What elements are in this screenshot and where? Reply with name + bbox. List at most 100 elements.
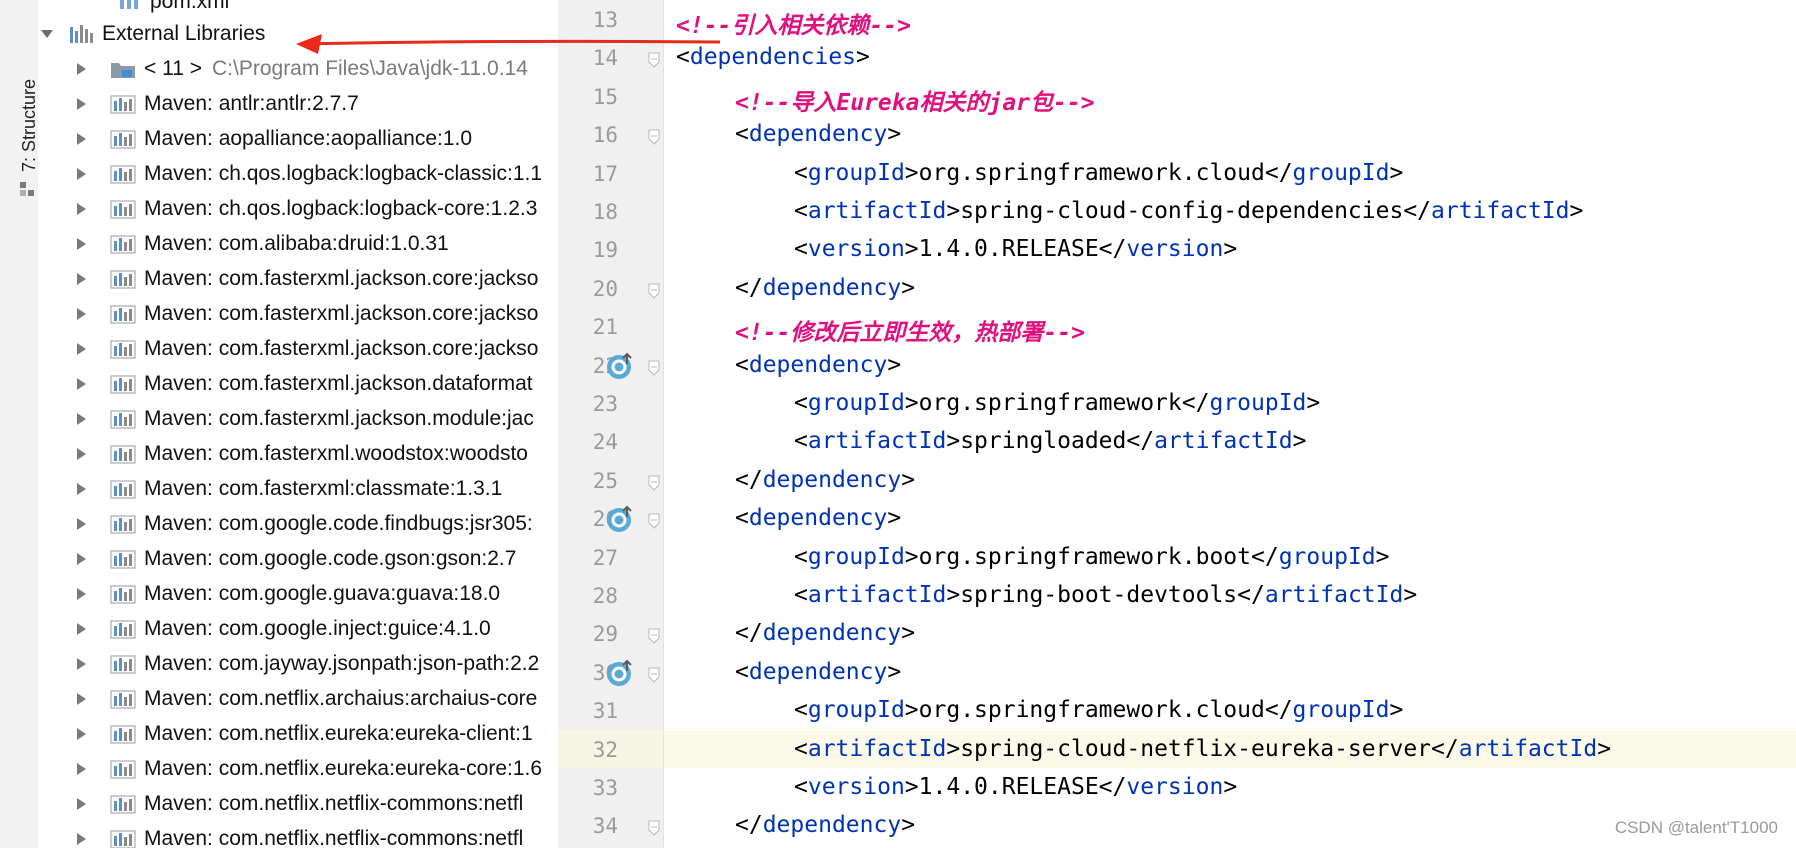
libraries-icon (70, 24, 93, 43)
tree-item[interactable]: Maven: ch.qos.logback:logback-core:1.2.3 (38, 191, 558, 226)
tree-item[interactable]: Maven: com.fasterxml.jackson.core:jackso (38, 296, 558, 331)
code-line: <groupId>org.springframework.cloud</grou… (794, 697, 1403, 723)
code-line: <dependency> (735, 121, 901, 147)
code-line: <groupId>org.springframework</groupId> (794, 390, 1320, 416)
code-line: </dependency> (735, 275, 915, 301)
xml-tag-name: artifactId (807, 428, 947, 455)
fold-marker-icon[interactable] (648, 52, 660, 69)
overrides-marker-icon[interactable] (606, 352, 634, 380)
line-number: 21 (592, 315, 618, 340)
chevron-right-icon[interactable] (74, 342, 88, 356)
tree-item[interactable]: Maven: com.google.code.gson:gson:2.7 (38, 541, 558, 576)
library-icon (110, 620, 136, 638)
chevron-right-icon[interactable] (74, 727, 88, 741)
chevron-right-icon[interactable] (74, 692, 88, 706)
tree-item[interactable]: Maven: com.fasterxml.jackson.core:jackso (38, 331, 558, 366)
chevron-right-icon[interactable] (74, 412, 88, 426)
chevron-right-icon[interactable] (74, 447, 88, 461)
code-line: </dependency> (735, 812, 915, 838)
tree-item-label: Maven: com.netflix.netflix-commons:netfl (144, 791, 524, 815)
fold-marker-icon[interactable] (648, 129, 660, 145)
structure-tool-tab[interactable]: 7: Structure (6, 32, 39, 196)
tree-item[interactable]: Maven: com.netflix.netflix-commons:netfl (38, 821, 558, 848)
chevron-right-icon[interactable] (74, 62, 88, 76)
xml-tag-name: groupId (807, 390, 905, 416)
chevron-right-icon[interactable] (74, 587, 88, 601)
fold-marker-icon[interactable] (648, 360, 660, 376)
tag-bracket: < (735, 351, 749, 378)
xml-tag-name: version (1126, 774, 1224, 800)
tree-item-label: Maven: aopalliance:aopalliance:1.0 (144, 126, 473, 150)
chevron-right-icon[interactable] (74, 377, 88, 391)
tag-bracket: </ (735, 466, 763, 493)
fold-marker-icon[interactable] (648, 628, 660, 645)
chevron-right-icon[interactable] (74, 307, 88, 321)
chevron-down-icon[interactable] (40, 27, 54, 41)
overrides-marker-icon[interactable] (606, 505, 634, 533)
line-number: 16 (592, 123, 618, 148)
xml-tag-name: version (807, 774, 905, 800)
fold-marker-icon[interactable] (648, 283, 660, 299)
chevron-right-icon[interactable] (74, 622, 88, 636)
xml-file-icon (116, 0, 142, 11)
tree-item[interactable]: Maven: com.fasterxml:classmate:1.3.1 (38, 471, 558, 506)
tree-item[interactable]: Maven: com.google.inject:guice:4.1.0 (38, 611, 558, 646)
chevron-right-icon[interactable] (74, 202, 88, 216)
tag-bracket: </ (1237, 582, 1265, 608)
xml-text-value: org.springframework.cloud (918, 159, 1265, 186)
code-line: <dependency> (735, 352, 901, 378)
chevron-right-icon[interactable] (74, 237, 88, 251)
chevron-right-icon[interactable] (74, 517, 88, 531)
tree-item[interactable]: Maven: com.google.guava:guava:18.0 (38, 576, 558, 611)
code-line: <artifactId>spring-cloud-config-dependen… (794, 198, 1583, 224)
chevron-right-icon[interactable] (74, 272, 88, 286)
xml-tag-name: artifactId (807, 582, 947, 608)
line-number: 27 (592, 545, 618, 570)
chevron-right-icon[interactable] (74, 132, 88, 146)
chevron-right-icon[interactable] (74, 482, 88, 496)
chevron-right-icon[interactable] (74, 552, 88, 566)
tag-bracket: > (887, 505, 902, 532)
tree-item[interactable]: Maven: com.netflix.netflix-commons:netfl (38, 786, 558, 821)
tree-item[interactable]: Maven: com.jayway.jsonpath:json-path:2.2 (38, 646, 558, 681)
fold-marker-icon[interactable] (648, 475, 660, 491)
code-editor[interactable]: <!--引入相关依赖--> <dependencies> <!--导入Eureka相… (664, 0, 1796, 848)
fold-marker-icon[interactable] (648, 820, 660, 837)
xml-text-value: spring-boot-devtools (960, 582, 1238, 608)
tag-bracket: < (794, 159, 808, 186)
tag-bracket: </ (1431, 735, 1459, 762)
chevron-right-icon[interactable] (74, 762, 88, 776)
tree-item[interactable]: Maven: com.fasterxml.jackson.dataformat (38, 366, 558, 401)
xml-tag-name: version (1126, 236, 1224, 263)
tree-item[interactable]: Maven: ch.qos.logback:logback-classic:1.… (38, 156, 558, 191)
tree-root-external-libraries[interactable]: External Libraries (38, 16, 558, 51)
fold-marker-icon[interactable] (648, 667, 660, 683)
tree-item-label: Maven: com.jayway.jsonpath:json-path:2.2 (144, 651, 540, 675)
tree-item[interactable]: Maven: com.fasterxml.jackson.module:jac (38, 401, 558, 436)
tree-item[interactable]: Maven: com.netflix.archaius:archaius-cor… (38, 681, 558, 716)
chevron-right-icon[interactable] (74, 97, 88, 111)
tree-item[interactable]: Maven: com.netflix.eureka:eureka-client:… (38, 716, 558, 751)
tree-item[interactable]: Maven: com.alibaba:druid:1.0.31 (38, 226, 558, 261)
xml-tag-name: groupId (1292, 159, 1390, 186)
tree-item[interactable]: Maven: com.google.code.findbugs:jsr305: (38, 506, 558, 541)
overrides-marker-icon[interactable] (606, 659, 634, 687)
tree-item-path: C:\Program Files\Java\jdk-11.0.14 (212, 56, 528, 80)
tree-item[interactable]: Maven: com.netflix.eureka:eureka-core:1.… (38, 751, 558, 786)
chevron-right-icon[interactable] (74, 167, 88, 181)
tree-item[interactable]: Maven: aopalliance:aopalliance:1.0 (38, 121, 558, 156)
tree-item[interactable]: Maven: com.fasterxml.jackson.core:jackso (38, 261, 558, 296)
tag-bracket: </ (1403, 198, 1432, 224)
tree-item[interactable]: Maven: antlr:antlr:2.7.7 (38, 86, 558, 121)
chevron-right-icon[interactable] (74, 657, 88, 671)
tag-bracket: > (1223, 236, 1238, 263)
tree-item-label: Maven: com.fasterxml:classmate:1.3.1 (144, 476, 503, 500)
chevron-right-icon[interactable] (74, 797, 88, 811)
tree-item[interactable]: < 11 > C:\Program Files\Java\jdk-11.0.14 (38, 51, 558, 86)
xml-tag-name: dependency (748, 658, 888, 685)
code-line: <!--修改后立即生效，热部署--> (735, 313, 1085, 347)
fold-marker-icon[interactable] (648, 513, 660, 529)
chevron-right-icon[interactable] (74, 832, 88, 846)
line-number: 24 (592, 430, 618, 455)
tree-item[interactable]: Maven: com.fasterxml.woodstox:woodsto (38, 436, 558, 471)
